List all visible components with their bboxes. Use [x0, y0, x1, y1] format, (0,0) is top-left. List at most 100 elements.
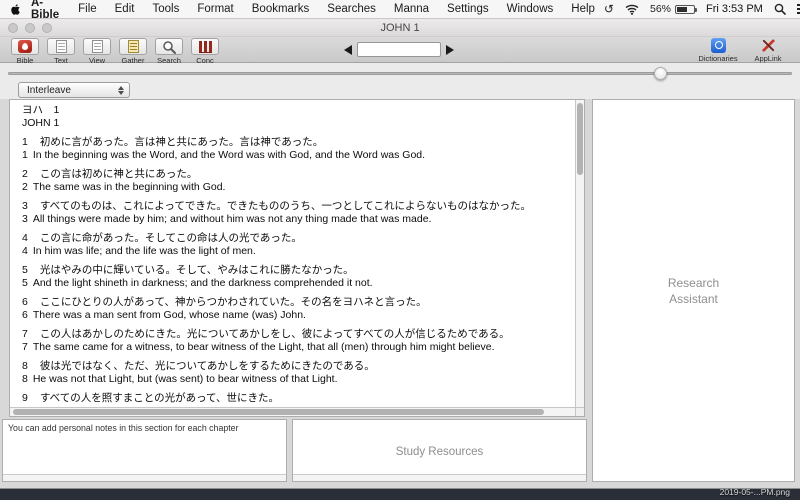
window-toolbar: Bible Text View Gather Search Conc Dicti…	[0, 37, 800, 65]
menu-item-file[interactable]: File	[69, 3, 106, 15]
view-mode-selected: Interleave	[27, 84, 71, 96]
verse-text-jp: 光はやみの中に輝いている。そして、やみはこれに勝たなかった。	[39, 264, 354, 276]
menu-item-help[interactable]: Help	[562, 3, 604, 15]
menu-item-manna[interactable]: Manna	[385, 3, 438, 15]
conc-button[interactable]: Conc	[188, 38, 222, 65]
verse-text-en: The same was in the beginning with God.	[32, 180, 226, 193]
verse-2: 2 この言は初めに神と共にあった。 2 The same was in the be…	[22, 168, 571, 193]
vertical-scrollbar[interactable]	[575, 100, 584, 407]
search-icon	[163, 40, 176, 54]
view-button[interactable]: View	[80, 38, 114, 65]
text-button[interactable]: Text	[44, 38, 78, 65]
bible-text-content: ヨハ 1 JOHN 1 1 初めに言があった。言は神と共にあった。言は神であった。…	[10, 100, 575, 407]
study-resources-label: Study Resources	[395, 446, 484, 458]
controls-strip: Interleave	[0, 63, 800, 99]
verse-number: 8	[22, 360, 28, 372]
battery-status[interactable]: 56%	[649, 3, 697, 15]
verse-text-jp: すべての人を照すまことの光があって、世にきた。	[39, 392, 280, 404]
chapter-heading-en: JOHN 1	[22, 116, 60, 129]
personal-notes-pane[interactable]: You can add personal notes in this secti…	[2, 419, 287, 482]
menu-item-format[interactable]: Format	[188, 3, 242, 15]
verse-reference-input[interactable]	[357, 42, 441, 57]
vertical-scrollbar-thumb[interactable]	[577, 103, 583, 175]
verse-text-en: The same came for a witness, to bear wit…	[32, 340, 495, 353]
verse-1: 1 初めに言があった。言は神と共にあった。言は神であった。 1 In the beg…	[22, 136, 571, 161]
verse-navigation	[344, 42, 454, 57]
study-horizontal-scrollbar[interactable]	[293, 474, 586, 481]
applink-icon	[761, 39, 775, 52]
dictionaries-button[interactable]: Dictionaries	[696, 38, 740, 63]
next-chapter-button[interactable]	[446, 44, 454, 55]
spotlight-icon[interactable]	[774, 3, 786, 15]
screen: 2019-05-...PM.png A-Bible File Edit Tool…	[0, 0, 800, 500]
verse-7: 7 この人はあかしのためにきた。光についてあかしをし、彼によってすべての人が信じる…	[22, 328, 571, 353]
verse-number: 4	[22, 244, 28, 257]
verse-text-jp: 初めに言があった。言は神と共にあった。言は神であった。	[39, 136, 324, 148]
verse-number: 3	[22, 212, 28, 225]
verse-number: 8	[22, 372, 28, 385]
menu-item-settings[interactable]: Settings	[438, 3, 498, 15]
horizontal-scrollbar[interactable]	[10, 407, 575, 416]
verse-number: 3	[22, 200, 28, 212]
toolbar-right-group: Dictionaries AppLink	[696, 38, 790, 63]
verse-text-en: In him was life; and the life was the li…	[32, 244, 256, 257]
verse-9: 9 すべての人を照すまことの光があって、世にきた。	[22, 392, 571, 405]
verse-number: 1	[22, 148, 28, 161]
verse-text-jp: この言に命があった。そしてこの命は人の光であった。	[39, 232, 302, 244]
gather-document-icon	[127, 40, 139, 53]
menubar-clock[interactable]: Fri 3:53 PM	[706, 3, 763, 15]
scrollbar-corner	[575, 407, 584, 416]
menubar-status-area: ↺ 56% Fri 3:53 PM	[604, 3, 800, 15]
verse-text-jp: この言は初めに神と共にあった。	[39, 168, 198, 180]
menu-item-edit[interactable]: Edit	[106, 3, 144, 15]
verse-number: 2	[22, 168, 28, 180]
previous-chapter-button[interactable]	[344, 44, 352, 55]
gather-button[interactable]: Gather	[116, 38, 150, 65]
verse-number: 7	[22, 340, 28, 353]
notes-horizontal-scrollbar[interactable]	[3, 474, 286, 481]
verse-3: 3 すべてのものは、これによってできた。できたもののうち、一つとしてこれによらない…	[22, 200, 571, 225]
bible-icon	[18, 40, 32, 53]
battery-percent: 56%	[649, 3, 671, 15]
verse-number: 9	[22, 392, 28, 404]
split-slider-knob[interactable]	[654, 67, 668, 80]
research-assistant-pane: Research Assistant	[592, 99, 795, 482]
research-assistant-label: Research Assistant	[667, 275, 720, 306]
study-resources-pane: Study Resources	[292, 419, 587, 482]
dictionaries-icon	[710, 38, 726, 53]
time-machine-icon[interactable]: ↺	[604, 3, 614, 15]
wifi-icon[interactable]	[625, 4, 639, 15]
applink-button-label: AppLink	[754, 54, 782, 63]
horizontal-scrollbar-thumb[interactable]	[13, 409, 545, 415]
verse-text-jp: この人はあかしのためにきた。光についてあかしをし、彼によってすべての人が信じるた…	[39, 328, 510, 340]
bible-button[interactable]: Bible	[8, 38, 42, 65]
chapter-heading-jp: ヨハ 1	[22, 104, 60, 116]
dictionaries-button-label: Dictionaries	[698, 54, 738, 63]
search-button[interactable]: Search	[152, 38, 186, 65]
applink-button[interactable]: AppLink	[746, 38, 790, 63]
verse-number: 4	[22, 232, 28, 244]
split-slider-track[interactable]	[8, 67, 792, 80]
personal-notes-text: You can add personal notes in this secti…	[8, 423, 239, 433]
dropdown-arrows-icon	[118, 85, 124, 95]
apple-logo	[11, 3, 20, 15]
bible-text-pane: ヨハ 1 JOHN 1 1 初めに言があった。言は神と共にあった。言は神であった。…	[9, 99, 585, 417]
apple-menu[interactable]	[8, 3, 29, 16]
view-document-icon	[91, 40, 103, 53]
menu-item-windows[interactable]: Windows	[498, 3, 563, 15]
battery-icon	[675, 4, 697, 14]
concordance-icon	[198, 40, 212, 53]
menu-bar: A-Bible File Edit Tools Format Bookmarks…	[0, 0, 800, 21]
verse-number: 5	[22, 276, 28, 289]
verse-number: 7	[22, 328, 28, 340]
app-menu-title[interactable]: A-Bible	[29, 0, 69, 21]
verse-4: 4 この言に命があった。そしてこの命は人の光であった。 4 In him was l…	[22, 232, 571, 257]
menu-item-searches[interactable]: Searches	[318, 3, 385, 15]
menu-item-tools[interactable]: Tools	[143, 3, 188, 15]
view-mode-dropdown[interactable]: Interleave	[18, 82, 130, 98]
window-titlebar: JOHN 1	[0, 19, 800, 37]
verse-text-jp: 彼は光ではなく、ただ、光についてあかしをするためにきたのである。	[39, 360, 375, 372]
menu-item-bookmarks[interactable]: Bookmarks	[243, 3, 319, 15]
verse-6: 6 ここにひとりの人があって、神からつかわされていた。その名をヨハネと言った。 6…	[22, 296, 571, 321]
app-window: JOHN 1 Bible Text View Gather Search Con…	[0, 19, 800, 489]
